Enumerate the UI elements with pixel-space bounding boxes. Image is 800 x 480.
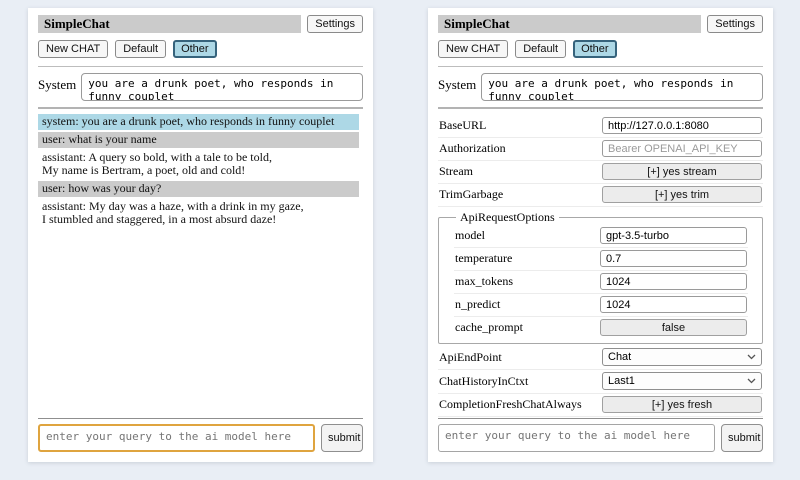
settings-panel: SimpleChat Settings New CHAT Default Oth… (428, 8, 773, 462)
apiendpoint-select[interactable]: Chat (602, 348, 762, 366)
authorization-input[interactable] (602, 140, 762, 157)
setting-row-max-tokens: max_tokens (454, 271, 748, 294)
baseurl-input[interactable] (602, 117, 762, 134)
model-label: model (455, 228, 485, 243)
setting-row-model: model (454, 225, 748, 248)
n-predict-input[interactable] (600, 296, 747, 313)
temperature-input[interactable] (600, 250, 747, 267)
new-chat-button[interactable]: New CHAT (438, 40, 508, 58)
setting-row-temperature: temperature (454, 248, 748, 271)
cache-prompt-label: cache_prompt (455, 320, 523, 335)
completionfreshchatalways-label: CompletionFreshChatAlways (439, 397, 582, 412)
bottom-spacer (438, 452, 763, 456)
chat-message-user: user: how was your day? (38, 181, 359, 197)
chat-message-assistant: assistant: My day was a haze, with a dri… (38, 199, 359, 228)
model-input[interactable] (600, 227, 747, 244)
setting-row-authorization: Authorization (438, 138, 763, 161)
trimgarbage-toggle-button[interactable]: [+] yes trim (602, 186, 762, 203)
divider (38, 418, 363, 419)
setting-row-n-predict: n_predict (454, 294, 748, 317)
api-request-options-fieldset: ApiRequestOptions model temperature max_… (438, 210, 763, 344)
submit-button[interactable]: submit (321, 424, 363, 452)
query-row: submit (438, 424, 763, 452)
n-predict-label: n_predict (455, 297, 500, 312)
query-input[interactable] (438, 424, 715, 452)
query-input[interactable] (38, 424, 315, 452)
chathistoryinctxt-selected-value: Last1 (608, 375, 635, 387)
divider (38, 66, 363, 67)
app-title: SimpleChat (38, 15, 301, 33)
session-tab-default[interactable]: Default (115, 40, 166, 58)
setting-row-apiendpoint: ApiEndPoint Chat (438, 346, 763, 370)
stream-toggle-button[interactable]: [+] yes stream (602, 163, 762, 180)
app-title: SimpleChat (438, 15, 701, 33)
cache-prompt-toggle-button[interactable]: false (600, 319, 747, 336)
trimgarbage-label: TrimGarbage (439, 187, 503, 202)
setting-row-trimgarbage: TrimGarbage [+] yes trim (438, 184, 763, 207)
chat-message-system: system: you are a drunk poet, who respon… (38, 114, 359, 130)
setting-row-baseurl: BaseURL (438, 115, 763, 138)
chevron-down-icon (747, 378, 756, 384)
session-toolbar: New CHAT Default Other (38, 40, 363, 58)
temperature-label: temperature (455, 251, 512, 266)
apiendpoint-label: ApiEndPoint (439, 350, 502, 365)
chat-message-user: user: what is your name (38, 132, 359, 148)
session-tab-other[interactable]: Other (573, 40, 617, 58)
session-tab-default[interactable]: Default (515, 40, 566, 58)
new-chat-button[interactable]: New CHAT (38, 40, 108, 58)
setting-row-completionfreshchatalways: CompletionFreshChatAlways [+] yes fresh (438, 394, 763, 417)
system-prompt-input[interactable]: you are a drunk poet, who responds in fu… (81, 73, 363, 101)
setting-row-cache-prompt: cache_prompt false (454, 317, 748, 339)
chathistoryinctxt-label: ChatHistoryInCtxt (439, 374, 528, 389)
bottom-spacer (38, 452, 363, 456)
session-toolbar: New CHAT Default Other (438, 40, 763, 58)
divider (438, 107, 763, 109)
settings-list: BaseURL Authorization Stream [+] yes str… (438, 115, 763, 418)
api-request-options-legend: ApiRequestOptions (456, 210, 559, 225)
chat-message-list: system: you are a drunk poet, who respon… (38, 114, 363, 418)
setting-row-stream: Stream [+] yes stream (438, 161, 763, 184)
max-tokens-input[interactable] (600, 273, 747, 290)
setting-row-chathistoryinctxt: ChatHistoryInCtxt Last1 (438, 370, 763, 394)
app-header: SimpleChat Settings (38, 15, 363, 33)
chathistoryinctxt-select[interactable]: Last1 (602, 372, 762, 390)
submit-button[interactable]: submit (721, 424, 763, 452)
system-label: System (438, 73, 476, 93)
system-prompt-input[interactable]: you are a drunk poet, who responds in fu… (481, 73, 763, 101)
chat-message-assistant: assistant: A query so bold, with a tale … (38, 150, 359, 179)
session-tab-other[interactable]: Other (173, 40, 217, 58)
settings-button[interactable]: Settings (307, 15, 363, 33)
max-tokens-label: max_tokens (455, 274, 513, 289)
stream-label: Stream (439, 164, 473, 179)
app-header: SimpleChat Settings (438, 15, 763, 33)
chevron-down-icon (747, 354, 756, 360)
system-prompt-row: System you are a drunk poet, who respond… (38, 73, 363, 101)
divider (38, 107, 363, 109)
chat-panel: SimpleChat Settings New CHAT Default Oth… (28, 8, 373, 462)
baseurl-label: BaseURL (439, 118, 486, 133)
divider (438, 66, 763, 67)
authorization-label: Authorization (439, 141, 506, 156)
system-label: System (38, 73, 76, 93)
completionfreshchatalways-toggle-button[interactable]: [+] yes fresh (602, 396, 762, 413)
apiendpoint-selected-value: Chat (608, 351, 631, 363)
settings-button[interactable]: Settings (707, 15, 763, 33)
system-prompt-row: System you are a drunk poet, who respond… (438, 73, 763, 101)
query-row: submit (38, 424, 363, 452)
divider (438, 418, 763, 419)
